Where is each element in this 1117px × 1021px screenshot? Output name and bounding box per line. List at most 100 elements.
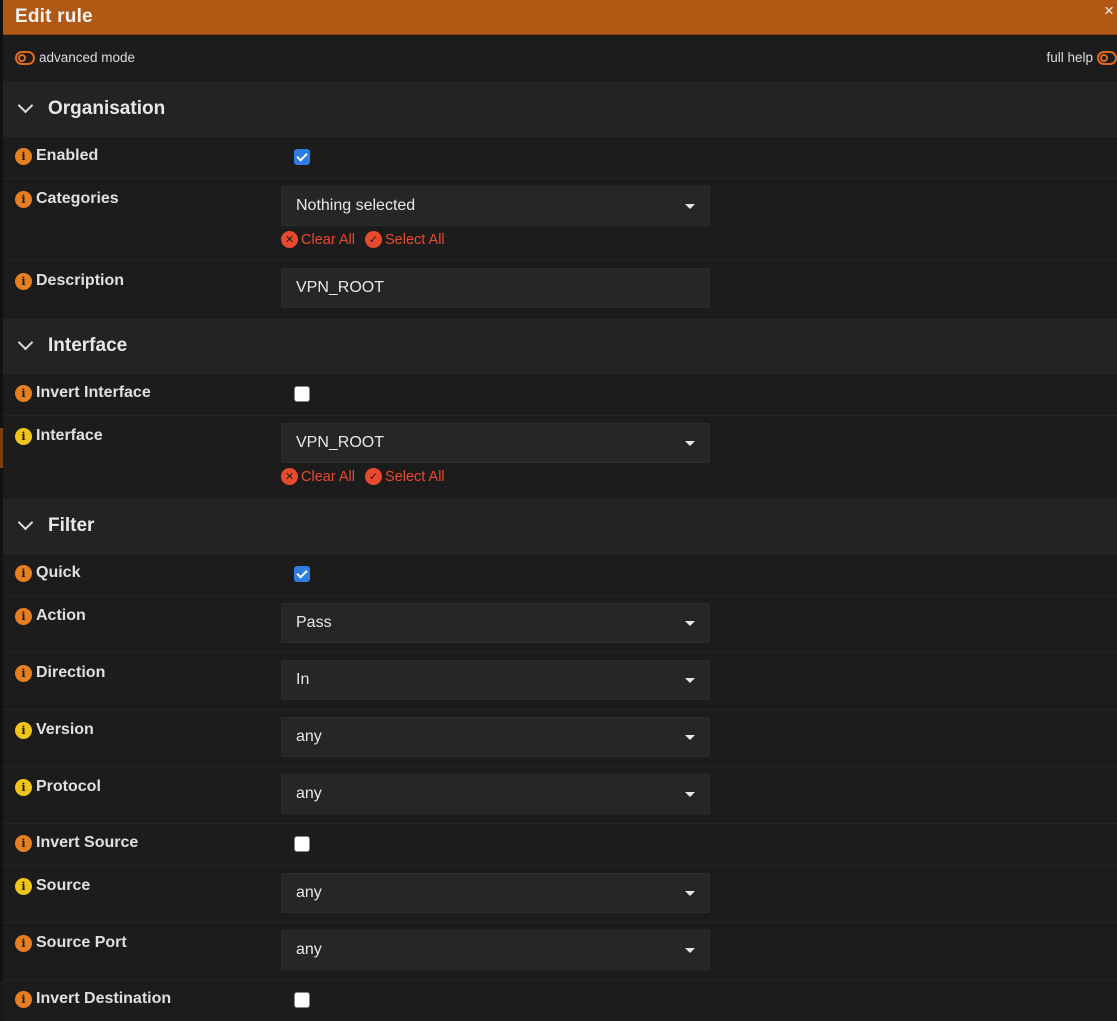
invert-destination-label: Invert Destination (36, 990, 172, 1007)
source-port-label: Source Port (36, 934, 127, 951)
info-icon[interactable]: i (15, 608, 32, 625)
section-title: Interface (48, 334, 128, 356)
full-help-toggle[interactable]: full help (1046, 50, 1117, 65)
invert-source-checkbox[interactable] (294, 836, 310, 852)
field-label: i Direction (3, 653, 281, 709)
field-cell: VPN_ROOT (281, 261, 710, 317)
description-value: VPN_ROOT (296, 279, 385, 296)
source-select[interactable]: any (281, 873, 710, 913)
quick-checkbox[interactable] (294, 566, 310, 582)
info-icon[interactable]: i (15, 273, 32, 290)
check-circle-icon: ✓ (365, 231, 382, 248)
source-value: any (296, 884, 322, 901)
section-title: Organisation (48, 97, 166, 119)
field-cell: any (281, 767, 710, 823)
section-interface[interactable]: Interface (3, 317, 1117, 373)
clear-all-label: Clear All (301, 231, 355, 248)
info-icon[interactable]: i (15, 385, 32, 402)
description-input[interactable]: VPN_ROOT (281, 268, 710, 308)
interface-label: Interface (36, 427, 103, 444)
categories-actions: ✕ Clear All ✓ Select All (281, 231, 710, 248)
advanced-mode-toggle[interactable]: advanced mode (15, 50, 135, 65)
clear-x-icon: ✕ (281, 468, 298, 485)
chevron-down-icon (17, 334, 34, 351)
row-description: i Description VPN_ROOT (3, 260, 1117, 317)
field-cell: Pass (281, 596, 710, 652)
row-direction: i Direction In (3, 652, 1117, 709)
caret-down-icon (685, 678, 695, 683)
action-label: Action (36, 607, 86, 624)
clear-all-button[interactable]: ✕ Clear All (281, 231, 355, 248)
field-cell: Nothing selected ✕ Clear All ✓ Select Al… (281, 179, 710, 260)
field-label: i Source Port (3, 923, 281, 979)
caret-down-icon (685, 204, 695, 209)
select-all-button[interactable]: ✓ Select All (365, 231, 445, 248)
clear-all-button[interactable]: ✕ Clear All (281, 468, 355, 485)
field-label: i Invert Source (3, 824, 281, 865)
protocol-label: Protocol (36, 778, 101, 795)
row-interface: i Interface VPN_ROOT ✕ Clear All ✓ Selec… (3, 415, 1117, 497)
caret-down-icon (685, 735, 695, 740)
select-all-button[interactable]: ✓ Select All (365, 468, 445, 485)
info-icon[interactable]: i (15, 428, 32, 445)
section-title: Filter (48, 514, 95, 536)
enabled-label: Enabled (36, 147, 99, 164)
edit-rule-dialog: Edit rule × advanced mode full help Orga… (3, 0, 1117, 1021)
caret-down-icon (685, 621, 695, 626)
clear-all-label: Clear All (301, 468, 355, 485)
direction-select[interactable]: In (281, 660, 710, 700)
invert-destination-checkbox[interactable] (294, 992, 310, 1008)
info-icon[interactable]: i (15, 665, 32, 682)
categories-value: Nothing selected (296, 197, 416, 214)
caret-down-icon (685, 948, 695, 953)
info-icon[interactable]: i (15, 935, 32, 952)
info-icon[interactable]: i (15, 565, 32, 582)
info-icon[interactable]: i (15, 835, 32, 852)
field-cell (281, 554, 310, 595)
version-select[interactable]: any (281, 717, 710, 757)
field-cell (281, 824, 310, 865)
field-label: i Quick (3, 554, 281, 595)
chevron-down-icon (17, 514, 34, 531)
enabled-checkbox[interactable] (294, 149, 310, 165)
check-circle-icon: ✓ (365, 468, 382, 485)
field-label: i Categories (3, 179, 281, 260)
source-label: Source (36, 877, 91, 894)
info-icon[interactable]: i (15, 779, 32, 796)
field-cell: any (281, 923, 710, 979)
categories-label: Categories (36, 190, 119, 207)
description-label: Description (36, 272, 125, 289)
section-filter[interactable]: Filter (3, 497, 1117, 553)
info-icon[interactable]: i (15, 191, 32, 208)
source-port-value: any (296, 941, 322, 958)
interface-select[interactable]: VPN_ROOT (281, 423, 710, 463)
row-quick: i Quick (3, 553, 1117, 595)
invert-interface-label: Invert Interface (36, 384, 151, 401)
field-label: i Invert Interface (3, 374, 281, 415)
select-all-label: Select All (385, 468, 445, 485)
toggle-off-icon (1097, 50, 1117, 65)
caret-down-icon (685, 792, 695, 797)
categories-select[interactable]: Nothing selected (281, 186, 710, 226)
field-label: i Action (3, 596, 281, 652)
info-icon[interactable]: i (15, 722, 32, 739)
full-help-label: full help (1046, 50, 1093, 65)
dialog-header: Edit rule × (3, 0, 1117, 35)
field-label: i Version (3, 710, 281, 766)
field-label: i Description (3, 261, 281, 317)
field-cell: any (281, 710, 710, 766)
protocol-select[interactable]: any (281, 774, 710, 814)
info-icon[interactable]: i (15, 991, 32, 1008)
field-label: i Interface (3, 416, 281, 497)
section-organisation[interactable]: Organisation (3, 80, 1117, 136)
source-port-select[interactable]: any (281, 930, 710, 970)
info-icon[interactable]: i (15, 148, 32, 165)
close-icon[interactable]: × (1101, 2, 1117, 20)
info-icon[interactable]: i (15, 878, 32, 895)
action-select[interactable]: Pass (281, 603, 710, 643)
field-label: i Source (3, 866, 281, 922)
field-cell (281, 980, 310, 1021)
invert-interface-checkbox[interactable] (294, 386, 310, 402)
field-cell: VPN_ROOT ✕ Clear All ✓ Select All (281, 416, 710, 497)
row-invert-interface: i Invert Interface (3, 373, 1117, 415)
